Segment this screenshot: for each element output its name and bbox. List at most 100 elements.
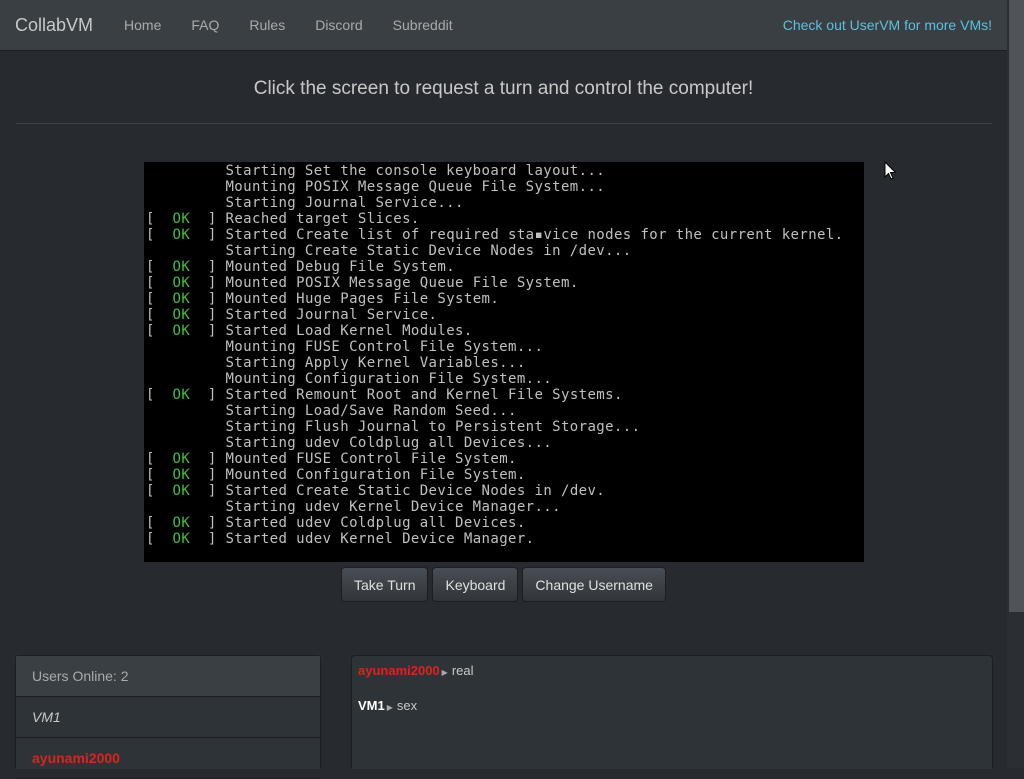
user-list-item[interactable]: VM1 <box>16 697 320 738</box>
console-line: [ OK ] Mounted Debug File System. <box>146 259 844 275</box>
console-text: Starting udev Kernel Device Manager... <box>225 499 561 515</box>
console-line: Starting Flush Journal to Persistent Sto… <box>146 419 844 435</box>
ok-status: OK <box>172 467 191 483</box>
console-text: Starting Set the console keyboard layout… <box>225 163 606 179</box>
console-text: Mounted Configuration File System. <box>225 467 526 483</box>
take-turn-button[interactable]: Take Turn <box>341 567 429 602</box>
triangle-right-icon: ▶ <box>386 703 393 712</box>
status-prefix <box>146 179 225 195</box>
nav-link-faq[interactable]: FAQ <box>176 17 234 33</box>
console-text: Started Create list of required sta▪vice… <box>225 227 844 243</box>
console-output: Starting Set the console keyboard layout… <box>146 163 844 547</box>
ok-status: OK <box>172 451 191 467</box>
console-line: Starting Journal Service... <box>146 195 844 211</box>
ok-status: OK <box>172 387 191 403</box>
mouse-pointer-icon <box>884 161 897 180</box>
user-list-item[interactable]: ayunami2000 <box>16 738 320 779</box>
chat-panel: ayunami2000 ▶ real VM1 ▶ sex <box>351 655 993 769</box>
users-online-header: Users Online: 2 <box>16 656 320 697</box>
console-line: [ OK ] Mounted Huge Pages File System. <box>146 291 844 307</box>
status-prefix: [ OK ] <box>146 323 226 339</box>
console-line: Starting Apply Kernel Variables... <box>146 355 844 371</box>
console-line: [ OK ] Started Journal Service. <box>146 307 844 323</box>
console-line: Starting Set the console keyboard layout… <box>146 163 844 179</box>
status-prefix: [ OK ] <box>146 451 226 467</box>
console-line: Starting Load/Save Random Seed... <box>146 403 844 419</box>
console-line: [ OK ] Started Create Static Device Node… <box>146 483 844 499</box>
status-prefix: [ OK ] <box>146 227 226 243</box>
console-text: Started udev Kernel Device Manager. <box>225 531 535 547</box>
scrollbar-thumb[interactable] <box>1009 0 1024 612</box>
chat-text: real <box>451 663 474 678</box>
console-line: Starting udev Kernel Device Manager... <box>146 499 844 515</box>
console-text: Started Create Static Device Nodes in /d… <box>225 483 606 499</box>
status-prefix <box>146 499 225 515</box>
status-prefix: [ OK ] <box>146 467 226 483</box>
console-text: Mounted Debug File System. <box>225 259 456 275</box>
console-text: Reached target Slices. <box>225 211 420 227</box>
ok-status: OK <box>172 227 191 243</box>
chat-username: ayunami2000 <box>358 663 440 678</box>
chat-text: sex <box>396 698 418 713</box>
vm-controls: Take Turn Keyboard Change Username <box>341 567 666 602</box>
nav-link-subreddit[interactable]: Subreddit <box>378 17 468 33</box>
ok-status: OK <box>172 275 191 291</box>
divider <box>16 123 992 124</box>
chat-message: ayunami2000 ▶ real <box>358 663 474 678</box>
nav-link-home[interactable]: Home <box>109 17 176 33</box>
status-prefix <box>146 403 225 419</box>
status-prefix: [ OK ] <box>146 483 226 499</box>
uservm-link[interactable]: Check out UserVM for more VMs! <box>783 17 992 33</box>
ok-status: OK <box>172 515 191 531</box>
console-line: [ OK ] Mounted Configuration File System… <box>146 467 844 483</box>
console-text: Starting Flush Journal to Persistent Sto… <box>225 419 641 435</box>
console-text: Starting Journal Service... <box>225 195 464 211</box>
change-username-button[interactable]: Change Username <box>522 567 666 602</box>
console-text: Starting Apply Kernel Variables... <box>225 355 526 371</box>
username: VM1 <box>32 709 61 725</box>
status-prefix <box>146 435 225 451</box>
triangle-right-icon: ▶ <box>441 668 448 677</box>
console-line: [ OK ] Reached target Slices. <box>146 211 844 227</box>
brand-link[interactable]: CollabVM <box>15 15 93 36</box>
page-scrollbar[interactable] <box>1007 0 1024 768</box>
status-prefix: [ OK ] <box>146 515 226 531</box>
status-prefix: [ OK ] <box>146 259 226 275</box>
console-line: [ OK ] Started Remount Root and Kernel F… <box>146 387 844 403</box>
console-line: [ OK ] Started Create list of required s… <box>146 227 844 243</box>
console-line: [ OK ] Started Load Kernel Modules. <box>146 323 844 339</box>
status-prefix: [ OK ] <box>146 211 226 227</box>
turn-prompt-heading: Click the screen to request a turn and c… <box>253 78 754 99</box>
ok-status: OK <box>172 323 191 339</box>
status-prefix: [ OK ] <box>146 275 226 291</box>
ok-status: OK <box>172 531 191 547</box>
console-text: Starting Create Static Device Nodes in /… <box>225 243 632 259</box>
nav-link-rules[interactable]: Rules <box>234 17 300 33</box>
console-line: [ OK ] Started udev Coldplug all Devices… <box>146 515 844 531</box>
console-text: Starting Load/Save Random Seed... <box>225 403 517 419</box>
console-text: Mounted Huge Pages File System. <box>225 291 500 307</box>
ok-status: OK <box>172 291 191 307</box>
top-navbar: CollabVM Home FAQ Rules Discord Subreddi… <box>0 0 1007 51</box>
username: ayunami2000 <box>32 750 120 766</box>
console-line: Mounting FUSE Control File System... <box>146 339 844 355</box>
vm-display[interactable]: Starting Set the console keyboard layout… <box>144 162 864 562</box>
console-line: [ OK ] Mounted FUSE Control File System. <box>146 451 844 467</box>
status-prefix <box>146 355 225 371</box>
console-line: Mounting Configuration File System... <box>146 371 844 387</box>
status-prefix <box>146 339 225 355</box>
console-text: Mounted FUSE Control File System. <box>225 451 517 467</box>
console-line: Starting udev Coldplug all Devices... <box>146 435 844 451</box>
console-text: Started Load Kernel Modules. <box>225 323 473 339</box>
status-prefix: [ OK ] <box>146 387 226 403</box>
ok-status: OK <box>172 259 191 275</box>
console-line: Mounting POSIX Message Queue File System… <box>146 179 844 195</box>
status-prefix <box>146 195 225 211</box>
ok-status: OK <box>172 483 191 499</box>
console-line: [ OK ] Mounted POSIX Message Queue File … <box>146 275 844 291</box>
nav-link-discord[interactable]: Discord <box>300 17 377 33</box>
status-prefix <box>146 163 225 179</box>
keyboard-button[interactable]: Keyboard <box>432 567 519 602</box>
console-line: Starting Create Static Device Nodes in /… <box>146 243 844 259</box>
console-text: Started Remount Root and Kernel File Sys… <box>225 387 623 403</box>
